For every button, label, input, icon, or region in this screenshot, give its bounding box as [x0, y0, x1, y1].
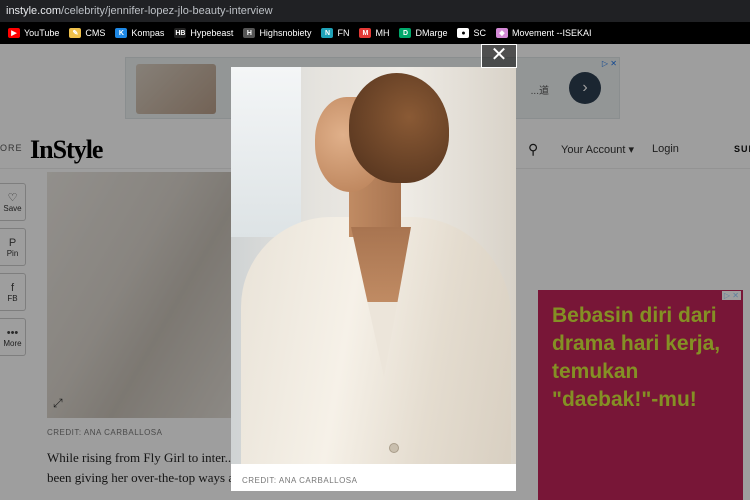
bookmark-favicon-icon: N	[321, 28, 334, 38]
lightbox-photo	[231, 67, 516, 464]
bookmark-dmarge[interactable]: D DMarge	[399, 28, 447, 38]
bookmark-label: YouTube	[24, 28, 60, 38]
bookmark-label: Highsnobiety	[259, 28, 312, 38]
bookmark-hypebeast[interactable]: HB Hypebeast	[174, 28, 233, 38]
bookmark-favicon-icon: ●	[457, 28, 470, 38]
bookmark-label: SC	[473, 28, 486, 38]
bookmark-label: DMarge	[415, 28, 448, 38]
bookmark-kompas[interactable]: K Kompas	[115, 28, 164, 38]
bookmark-favicon-icon: ▶	[8, 28, 20, 38]
address-bar[interactable]: instyle.com/celebrity/jennifer-lopez-jlo…	[0, 0, 750, 22]
bookmark-favicon-icon: D	[399, 28, 412, 38]
bookmark-favicon-icon: M	[359, 28, 372, 38]
bookmark-cms[interactable]: ✎ CMS	[69, 28, 105, 38]
image-lightbox: CREDIT: ANA CARBALLOSA	[231, 67, 516, 491]
bookmark-youtube[interactable]: ▶ YouTube	[8, 28, 59, 38]
bookmark-label: FN	[337, 28, 350, 38]
bookmark-label: Hypebeast	[190, 28, 234, 38]
bookmark-favicon-icon: ◆	[496, 28, 508, 38]
lightbox-credit: CREDIT: ANA CARBALLOSA	[242, 476, 358, 485]
bookmark-favicon-icon: H	[243, 28, 256, 38]
bookmarks-bar: ▶ YouTube ✎ CMS K Kompas HB Hypebeast H Highsnobi…	[0, 22, 750, 44]
bookmark-favicon-icon: ✎	[69, 28, 82, 38]
url-domain: instyle.com	[6, 5, 62, 17]
bookmark-label: CMS	[85, 28, 106, 38]
url-path: /celebrity/jennifer-lopez-jlo-beauty-int…	[61, 5, 273, 17]
bookmark-movement-isekai[interactable]: ◆ Movement --ISEKAI	[496, 28, 592, 38]
close-icon: ✕	[490, 44, 508, 66]
bookmark-label: MH	[375, 28, 390, 38]
bookmark-favicon-icon: HB	[174, 28, 187, 38]
bookmark-sc[interactable]: ● SC	[457, 28, 486, 38]
bookmark-label: Movement --ISEKAI	[512, 28, 592, 38]
bookmark-favicon-icon: K	[115, 28, 128, 38]
close-lightbox-button[interactable]: ✕	[481, 44, 517, 68]
bookmark-highsnobiety[interactable]: H Highsnobiety	[243, 28, 311, 38]
bookmark-fn[interactable]: N FN	[321, 28, 349, 38]
bookmark-label: Kompas	[131, 28, 165, 38]
bookmark-mh[interactable]: M MH	[359, 28, 389, 38]
